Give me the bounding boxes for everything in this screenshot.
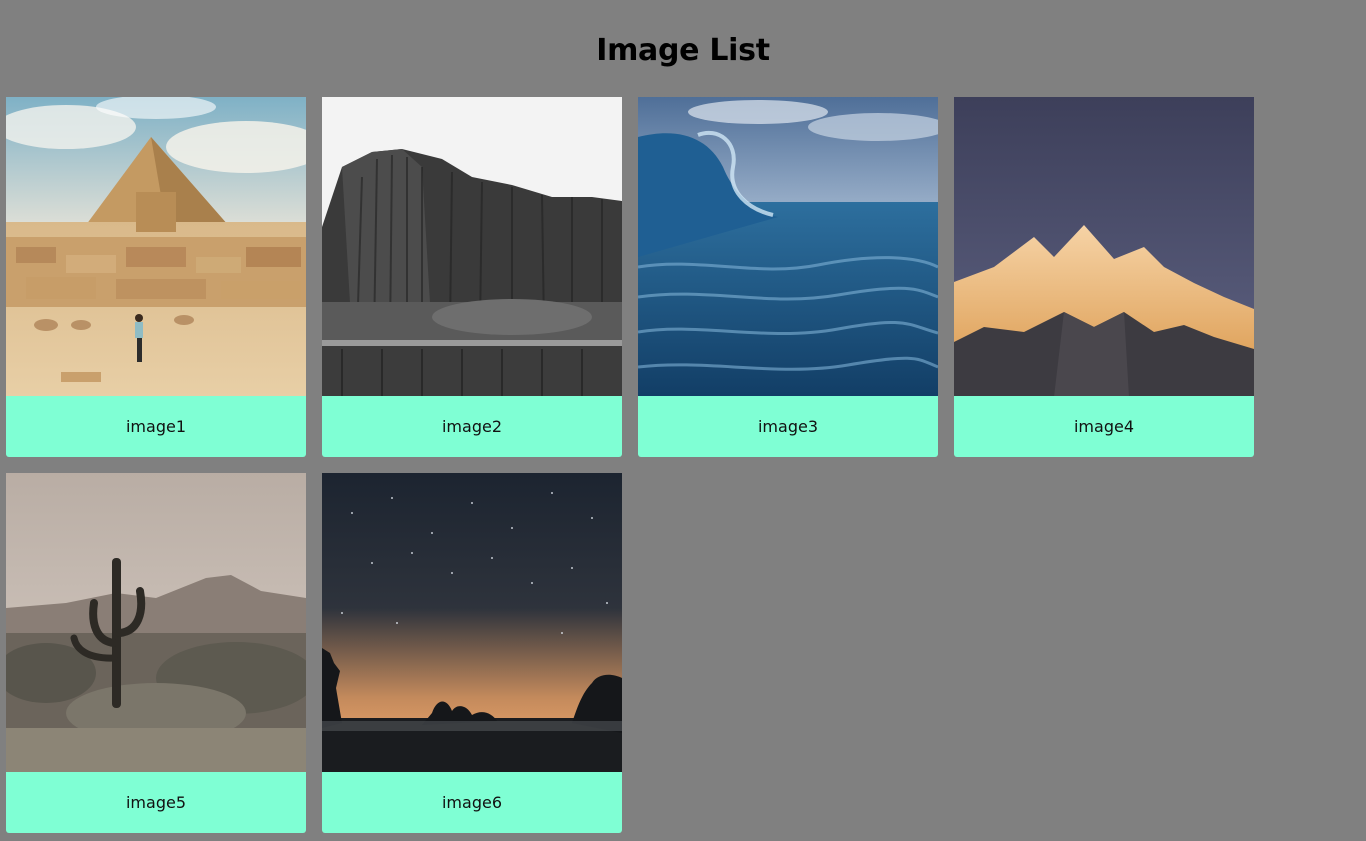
image-thumbnail[interactable] xyxy=(322,97,622,397)
image-thumbnail[interactable] xyxy=(638,97,938,397)
night-sky-forest-photo xyxy=(322,473,622,773)
image-caption: image6 xyxy=(322,772,622,833)
image-card[interactable]: image6 xyxy=(322,473,622,833)
sunlit-mountain-photo xyxy=(954,97,1254,397)
pyramid-desert-photo xyxy=(6,97,306,397)
cactus-desert-photo xyxy=(6,473,306,773)
image-card[interactable]: image4 xyxy=(954,97,1254,457)
image-caption: image4 xyxy=(954,396,1254,457)
image-caption: image2 xyxy=(322,396,622,457)
ocean-wave-photo xyxy=(638,97,938,397)
image-caption: image3 xyxy=(638,396,938,457)
image-card[interactable]: image2 xyxy=(322,97,622,457)
image-card[interactable]: image1 xyxy=(6,97,306,457)
image-caption: image1 xyxy=(6,396,306,457)
image-card[interactable]: image5 xyxy=(6,473,306,833)
image-thumbnail[interactable] xyxy=(322,473,622,773)
basalt-cliff-photo xyxy=(322,97,622,397)
image-caption: image5 xyxy=(6,772,306,833)
page-title: Image List xyxy=(596,33,770,68)
image-thumbnail[interactable] xyxy=(954,97,1254,397)
image-card[interactable]: image3 xyxy=(638,97,938,457)
image-grid: image1 image2 image3 image4 image5 image… xyxy=(6,97,1276,833)
image-thumbnail[interactable] xyxy=(6,97,306,397)
image-thumbnail[interactable] xyxy=(6,473,306,773)
